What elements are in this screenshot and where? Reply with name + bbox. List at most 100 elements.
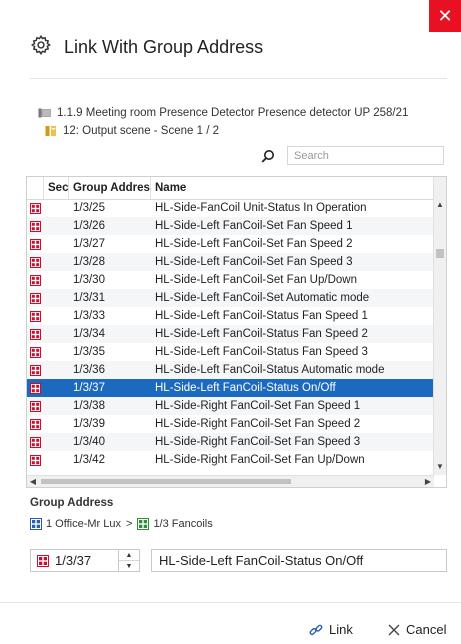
group-address-icon — [27, 271, 44, 289]
group-address-table: Sec Group Address Name 1/3/25 HL-Side-Fan… — [26, 176, 447, 488]
row-sec — [44, 253, 69, 271]
search-icon[interactable] — [261, 149, 275, 168]
row-name: HL-Side-Left FanCoil-Status Fan Speed 1 — [155, 310, 368, 322]
column-header-sec[interactable]: Sec — [44, 177, 69, 199]
group-address-input[interactable] — [49, 552, 119, 569]
column-header-icon — [27, 177, 44, 199]
row-name: HL-Side-Right FanCoil-Set Fan Speed 3 — [155, 436, 361, 448]
group-address-icon — [27, 199, 44, 217]
row-group-address: 1/3/33 — [73, 310, 105, 322]
dialog-title: Link With Group Address — [64, 36, 264, 57]
scroll-up-arrow-icon[interactable]: ▲ — [434, 197, 446, 211]
row-sec — [44, 397, 69, 415]
group-address-icon — [27, 379, 44, 397]
close-icon — [388, 624, 400, 636]
table-row[interactable]: 1/3/26 HL-Side-Left FanCoil-Set Fan Speed… — [27, 217, 434, 235]
row-group-address: 1/3/34 — [73, 328, 105, 340]
close-icon: ✕ — [437, 6, 453, 26]
table-row[interactable]: 1/3/28 HL-Side-Left FanCoil-Set Fan Speed… — [27, 253, 434, 271]
row-name: HL-Side-Right FanCoil-Set Fan Up/Down — [155, 454, 365, 466]
group-address-icon — [27, 217, 44, 235]
table-row[interactable]: 1/3/34 HL-Side-Left FanCoil-Status Fan Sp… — [27, 325, 434, 343]
row-group-address: 1/3/36 — [73, 364, 105, 376]
close-button[interactable]: ✕ — [429, 0, 461, 32]
path-separator: > — [126, 518, 133, 530]
row-name: HL-Side-Right FanCoil-Set Fan Speed 2 — [155, 418, 361, 430]
table-row[interactable]: 1/3/33 HL-Side-Left FanCoil-Status Fan Sp… — [27, 307, 434, 325]
group-address-icon — [27, 235, 44, 253]
group-address-icon — [27, 451, 44, 469]
row-sec — [44, 379, 69, 397]
row-name: HL-Side-Left FanCoil-Set Fan Speed 1 — [155, 220, 353, 232]
link-group-address-dialog: ✕ Link With Group Address 1.1.9 Meeting … — [0, 0, 461, 644]
row-group-address: 1/3/30 — [73, 274, 105, 286]
middle-group-icon — [137, 518, 150, 530]
table-row[interactable]: 1/3/31 HL-Side-Left FanCoil-Set Automatic… — [27, 289, 434, 307]
middle-group-label[interactable]: 1/3 Fancoils — [153, 518, 212, 530]
horizontal-scroll-thumb[interactable] — [41, 479, 291, 484]
table-row[interactable]: 1/3/40 HL-Side-Right FanCoil-Set Fan Spee… — [27, 433, 434, 451]
cancel-button-label: Cancel — [406, 622, 447, 637]
row-sec — [44, 415, 69, 433]
row-sec — [44, 451, 69, 469]
row-name: HL-Side-FanCoil Unit-Status In Operation — [155, 202, 367, 214]
row-sec — [44, 433, 69, 451]
group-address-icon — [27, 361, 44, 379]
row-name: HL-Side-Left FanCoil-Set Fan Speed 2 — [155, 238, 353, 250]
stepper-down-icon[interactable]: ▼ — [119, 561, 139, 571]
row-name: HL-Side-Left FanCoil-Set Fan Up/Down — [155, 274, 357, 286]
link-button-label: Link — [329, 622, 353, 637]
row-group-address: 1/3/38 — [73, 400, 105, 412]
group-address-name-field[interactable]: HL-Side-Left FanCoil-Status On/Off — [151, 549, 447, 572]
vertical-scroll-thumb[interactable] — [436, 249, 444, 258]
group-address-icon — [27, 325, 44, 343]
group-address-section-label: Group Address — [30, 497, 114, 509]
table-body: 1/3/25 HL-Side-FanCoil Unit-Status In Ope… — [27, 199, 434, 469]
scroll-left-arrow-icon[interactable]: ◀ — [27, 476, 39, 487]
row-name: HL-Side-Left FanCoil-Status On/Off — [155, 382, 336, 394]
group-path: 1 Office-Mr Lux > 1/3 Fancoils — [30, 518, 213, 530]
object-label: 12: Output scene - Scene 1 / 2 — [63, 125, 219, 137]
row-group-address: 1/3/39 — [73, 418, 105, 430]
table-row[interactable]: 1/3/42 HL-Side-Right FanCoil-Set Fan Up/D… — [27, 451, 434, 469]
stepper-up-icon[interactable]: ▲ — [119, 550, 139, 561]
column-header-group-address[interactable]: Group Address — [69, 177, 151, 199]
row-sec — [44, 199, 69, 217]
table-row[interactable]: 1/3/36 HL-Side-Left FanCoil-Status Automa… — [27, 361, 434, 379]
row-name: HL-Side-Left FanCoil-Status Fan Speed 2 — [155, 328, 368, 340]
row-sec — [44, 271, 69, 289]
stepper-spin: ▲ ▼ — [118, 550, 139, 571]
device-breadcrumb: 1.1.9 Meeting room Presence Detector Pre… — [38, 107, 408, 119]
group-address-stepper[interactable]: ▲ ▼ — [30, 549, 140, 572]
vertical-scrollbar[interactable]: ▲ ▼ — [433, 177, 446, 475]
column-header-name[interactable]: Name — [151, 177, 433, 199]
footer-divider — [0, 602, 461, 603]
table-row[interactable]: 1/3/35 HL-Side-Left FanCoil-Status Fan Sp… — [27, 343, 434, 361]
row-name: HL-Side-Right FanCoil-Set Fan Speed 1 — [155, 400, 361, 412]
table-row[interactable]: 1/3/25 HL-Side-FanCoil Unit-Status In Ope… — [27, 199, 434, 217]
cancel-button[interactable]: Cancel — [388, 622, 446, 637]
device-label: 1.1.9 Meeting room Presence Detector Pre… — [57, 107, 409, 119]
row-name: HL-Side-Left FanCoil-Status Fan Speed 3 — [155, 346, 368, 358]
object-breadcrumb: 12: Output scene - Scene 1 / 2 — [45, 125, 219, 137]
row-sec — [44, 343, 69, 361]
settings-gear-icon — [30, 34, 52, 61]
group-address-icon — [27, 253, 44, 271]
horizontal-scrollbar[interactable]: ◀ ▶ — [27, 475, 434, 487]
row-sec — [44, 289, 69, 307]
row-group-address: 1/3/35 — [73, 346, 105, 358]
table-row[interactable]: 1/3/39 HL-Side-Right FanCoil-Set Fan Spee… — [27, 415, 434, 433]
scroll-right-arrow-icon[interactable]: ▶ — [422, 476, 434, 487]
table-row[interactable]: 1/3/37 HL-Side-Left FanCoil-Status On/Off — [27, 379, 434, 397]
table-row[interactable]: 1/3/38 HL-Side-Right FanCoil-Set Fan Spee… — [27, 397, 434, 415]
row-group-address: 1/3/25 — [73, 202, 105, 214]
table-row[interactable]: 1/3/30 HL-Side-Left FanCoil-Set Fan Up/Do… — [27, 271, 434, 289]
scroll-down-arrow-icon[interactable]: ▼ — [434, 459, 446, 473]
main-group-label[interactable]: 1 Office-Mr Lux — [46, 518, 121, 530]
search-input[interactable] — [287, 146, 444, 165]
table-row[interactable]: 1/3/27 HL-Side-Left FanCoil-Set Fan Speed… — [27, 235, 434, 253]
link-button[interactable]: Link — [309, 622, 353, 637]
row-sec — [44, 307, 69, 325]
link-icon — [309, 623, 323, 637]
group-address-icon — [27, 307, 44, 325]
